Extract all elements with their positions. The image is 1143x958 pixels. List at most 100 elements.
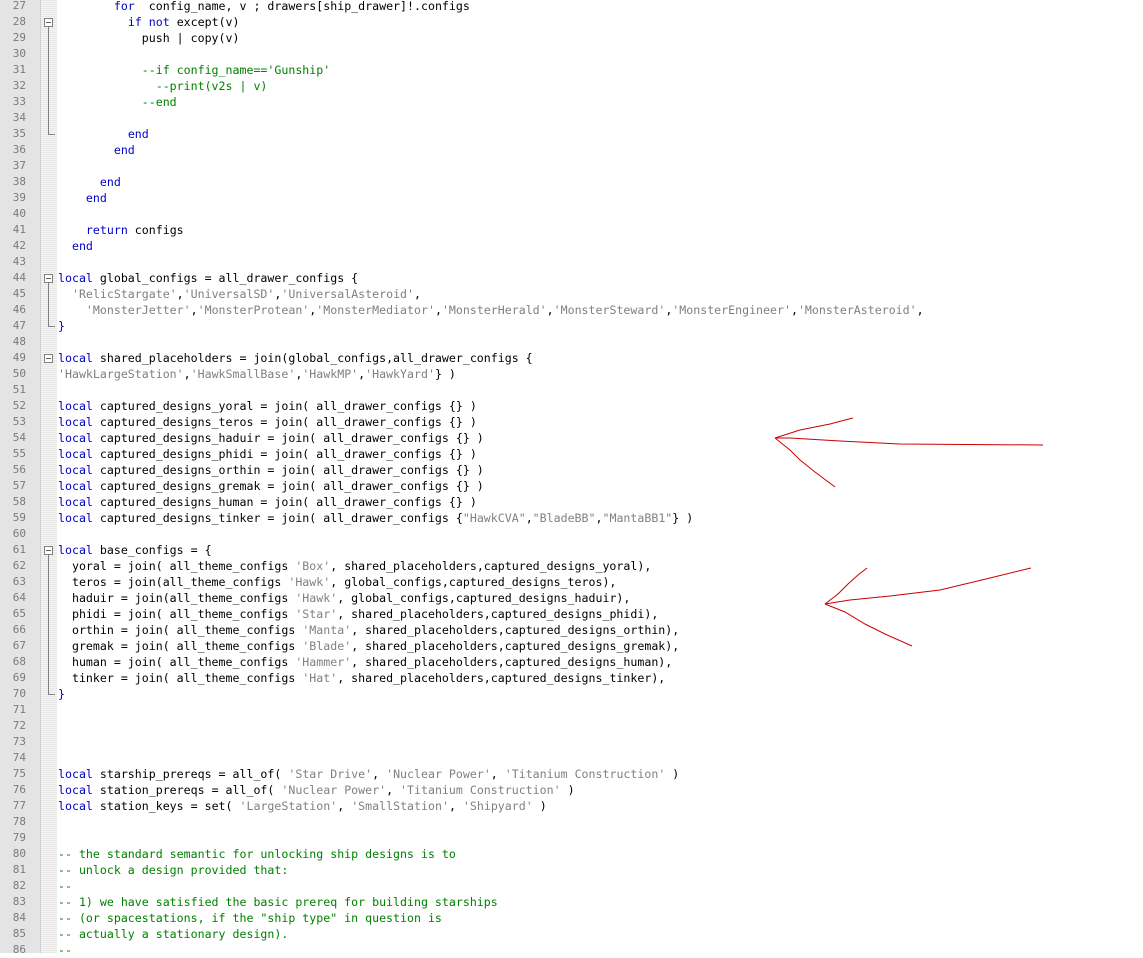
code-line[interactable]: 68 human = join( all_theme_configs 'Hamm… [0,654,1143,670]
code-line[interactable]: 37 [0,158,1143,174]
code-line[interactable]: 53 local captured_designs_teros = join( a… [0,414,1143,430]
code-line[interactable]: 42 end [0,238,1143,254]
fold-collapse-icon[interactable] [44,546,53,555]
code-line[interactable]: 66 orthin = join( all_theme_configs 'Man… [0,622,1143,638]
code-line[interactable]: 57 local captured_designs_gremak = join( … [0,478,1143,494]
code-text[interactable]: yoral = join( all_theme_configs 'Box', s… [58,558,651,574]
code-line[interactable]: 35 end [0,126,1143,142]
code-text[interactable]: -- [58,878,72,894]
code-text[interactable]: -- actually a stationary design). [58,926,288,942]
code-line[interactable]: 60 [0,526,1143,542]
code-line[interactable]: 27 for config_name, v ; drawers[ship_dra… [0,0,1143,14]
code-text[interactable]: 'RelicStargate','UniversalSD','Universal… [58,286,421,302]
code-line[interactable]: 56 local captured_designs_orthin = join( … [0,462,1143,478]
code-text[interactable]: teros = join(all_theme_configs 'Hawk', g… [58,574,616,590]
code-line[interactable]: 48 [0,334,1143,350]
code-text[interactable]: local station_keys = set( 'LargeStation'… [58,798,547,814]
code-editor[interactable]: 27 for config_name, v ; drawers[ship_dra… [0,0,1143,957]
code-line[interactable]: 84 -- (or spacestations, if the "ship typ… [0,910,1143,926]
code-line[interactable]: 59 local captured_designs_tinker = join( … [0,510,1143,526]
code-line[interactable]: 46 'MonsterJetter','MonsterProtean','Mon… [0,302,1143,318]
code-line[interactable]: 67 gremak = join( all_theme_configs 'Bla… [0,638,1143,654]
code-text[interactable]: local station_prereqs = all_of( 'Nuclear… [58,782,575,798]
code-line[interactable]: 62 yoral = join( all_theme_configs 'Box'… [0,558,1143,574]
code-line[interactable]: 75 local starship_prereqs = all_of( 'Star… [0,766,1143,782]
code-line[interactable]: 34 [0,110,1143,126]
code-line[interactable]: 86 -- [0,942,1143,958]
code-line[interactable]: 52 local captured_designs_yoral = join( a… [0,398,1143,414]
code-line[interactable]: 36 end [0,142,1143,158]
code-text[interactable]: -- unlock a design provided that: [58,862,288,878]
code-line[interactable]: 61 local base_configs = { [0,542,1143,558]
code-text[interactable]: local captured_designs_yoral = join( all… [58,398,477,414]
code-text[interactable]: local captured_designs_phidi = join( all… [58,446,477,462]
code-text[interactable]: --if config_name=='Gunship' [58,62,330,78]
code-text[interactable]: 'HawkLargeStation','HawkSmallBase','Hawk… [58,366,456,382]
code-text[interactable]: end [58,142,135,158]
code-line[interactable]: 32 --print(v2s | v) [0,78,1143,94]
code-line[interactable]: 72 [0,718,1143,734]
code-text[interactable]: end [58,174,121,190]
code-text[interactable]: local captured_designs_gremak = join( al… [58,478,484,494]
code-line[interactable]: 73 [0,734,1143,750]
code-text[interactable]: end [58,190,107,206]
code-line[interactable]: 63 teros = join(all_theme_configs 'Hawk'… [0,574,1143,590]
code-line[interactable]: 79 [0,830,1143,846]
code-text[interactable]: end [58,238,93,254]
code-text[interactable]: local starship_prereqs = all_of( 'Star D… [58,766,679,782]
code-line[interactable]: 39 end [0,190,1143,206]
code-line[interactable]: 81 -- unlock a design provided that: [0,862,1143,878]
code-line[interactable]: 74 [0,750,1143,766]
code-text[interactable]: local captured_designs_teros = join( all… [58,414,477,430]
code-line[interactable]: 71 [0,702,1143,718]
code-text[interactable]: local captured_designs_tinker = join( al… [58,510,693,526]
code-text[interactable]: local global_configs = all_drawer_config… [58,270,358,286]
code-line[interactable]: 64 haduir = join(all_theme_configs 'Hawk… [0,590,1143,606]
code-text[interactable]: gremak = join( all_theme_configs 'Blade'… [58,638,679,654]
code-text[interactable]: 'MonsterJetter','MonsterProtean','Monste… [58,302,924,318]
code-line[interactable]: 76 local station_prereqs = all_of( 'Nucle… [0,782,1143,798]
code-text[interactable]: phidi = join( all_theme_configs 'Star', … [58,606,658,622]
code-text[interactable]: local captured_designs_haduir = join( al… [58,430,484,446]
code-text[interactable]: local captured_designs_orthin = join( al… [58,462,484,478]
code-line[interactable]: 43 [0,254,1143,270]
code-text[interactable]: -- (or spacestations, if the "ship type"… [58,910,442,926]
code-text[interactable]: for config_name, v ; drawers[ship_drawer… [58,0,470,14]
code-line[interactable]: 45 'RelicStargate','UniversalSD','Univer… [0,286,1143,302]
code-text[interactable]: --end [58,94,177,110]
fold-collapse-icon[interactable] [44,18,53,27]
code-text[interactable]: -- the standard semantic for unlocking s… [58,846,456,862]
fold-collapse-icon[interactable] [44,274,53,283]
code-line[interactable]: 65 phidi = join( all_theme_configs 'Star… [0,606,1143,622]
code-text[interactable]: -- [58,942,72,958]
code-line[interactable]: 41 return configs [0,222,1143,238]
code-line[interactable]: 50 'HawkLargeStation','HawkSmallBase','Ha… [0,366,1143,382]
code-text[interactable]: local shared_placeholders = join(global_… [58,350,533,366]
code-line[interactable]: 38 end [0,174,1143,190]
code-line[interactable]: 58 local captured_designs_human = join( a… [0,494,1143,510]
code-line[interactable]: 83 -- 1) we have satisfied the basic prer… [0,894,1143,910]
code-text[interactable]: human = join( all_theme_configs 'Hammer'… [58,654,672,670]
code-line[interactable]: 40 [0,206,1143,222]
code-text[interactable]: --print(v2s | v) [58,78,268,94]
code-text[interactable]: } [58,686,65,702]
code-line[interactable]: 85 -- actually a stationary design). [0,926,1143,942]
code-line[interactable]: 44 local global_configs = all_drawer_conf… [0,270,1143,286]
fold-collapse-icon[interactable] [44,354,53,363]
code-text[interactable]: orthin = join( all_theme_configs 'Manta'… [58,622,679,638]
code-line[interactable]: 80 -- the standard semantic for unlocking… [0,846,1143,862]
code-text[interactable]: local captured_designs_human = join( all… [58,494,477,510]
code-text[interactable]: end [58,126,149,142]
code-line[interactable]: 78 [0,814,1143,830]
code-text[interactable]: -- 1) we have satisfied the basic prereq… [58,894,498,910]
code-text[interactable]: haduir = join(all_theme_configs 'Hawk', … [58,590,630,606]
code-line[interactable]: 69 tinker = join( all_theme_configs 'Hat… [0,670,1143,686]
code-line[interactable]: 70} [0,686,1143,702]
code-line[interactable]: 28 if not except(v) [0,14,1143,30]
code-line[interactable]: 47} [0,318,1143,334]
code-text[interactable]: tinker = join( all_theme_configs 'Hat', … [58,670,665,686]
code-text[interactable]: push | copy(v) [58,30,240,46]
code-line[interactable]: 82 -- [0,878,1143,894]
code-line[interactable]: 33 --end [0,94,1143,110]
code-line[interactable]: 30 [0,46,1143,62]
